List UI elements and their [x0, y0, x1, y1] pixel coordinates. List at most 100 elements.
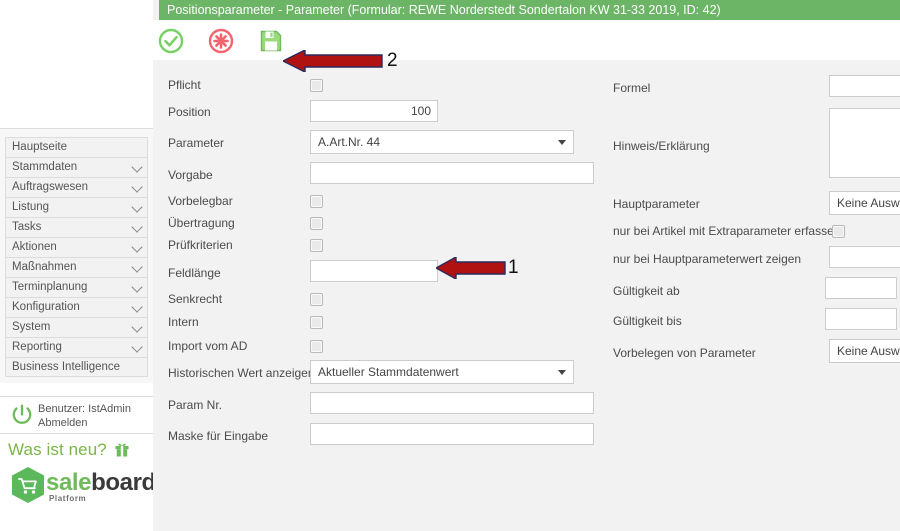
- label-position: Position: [168, 105, 211, 119]
- checkbox-uebertragung[interactable]: [310, 217, 323, 230]
- sidebar-item-konfiguration[interactable]: Konfiguration: [5, 297, 148, 317]
- label-vorgabe: Vorgabe: [168, 168, 213, 182]
- label-feldlaenge: Feldlänge: [168, 266, 221, 280]
- checkbox-intern[interactable]: [310, 316, 323, 329]
- sidebar-item-tasks[interactable]: Tasks: [5, 217, 148, 237]
- select-parameter-value: A.Art.Nr. 44: [318, 135, 381, 149]
- sidebar-item-stammdaten[interactable]: Stammdaten: [5, 157, 148, 177]
- label-hauptparameter: Hauptparameter: [613, 197, 700, 211]
- sidebar-nav: Hauptseite Stammdaten Auftragswesen List…: [0, 128, 153, 383]
- sidebar-item-label: Reporting: [12, 341, 62, 353]
- saleboard-logo: saleboard Platform: [10, 466, 153, 506]
- chevron-down-icon: [131, 340, 143, 353]
- input-formel[interactable]: [829, 75, 900, 97]
- save-floppy-icon[interactable]: [258, 28, 284, 54]
- checkbox-import-vom-ad[interactable]: [310, 340, 323, 353]
- logout-link[interactable]: Abmelden: [38, 416, 131, 430]
- input-gueltigkeit-ab[interactable]: [825, 277, 897, 299]
- label-pflicht: Pflicht: [168, 78, 201, 92]
- label-vorbelegbar: Vorbelegbar: [168, 194, 233, 208]
- annotation-label-1: 1: [508, 257, 519, 278]
- label-maske-fuer-eingabe: Maske für Eingabe: [168, 429, 269, 443]
- input-param-nr[interactable]: [310, 392, 594, 414]
- user-name: Benutzer: IstAdmin: [38, 403, 131, 415]
- annotation-arrow-1: [436, 257, 506, 279]
- chevron-down-icon: [131, 260, 143, 273]
- label-pruefkriterien: Prüfkriterien: [168, 238, 233, 252]
- cancel-icon[interactable]: [208, 28, 234, 54]
- sidebar-item-hauptseite[interactable]: Hauptseite: [5, 137, 148, 157]
- label-hinweis-erklaerung: Hinweis/Erklärung: [613, 139, 710, 153]
- window-title: Positionsparameter - Parameter (Formular…: [159, 0, 900, 20]
- sidebar-item-terminplanung[interactable]: Terminplanung: [5, 277, 148, 297]
- toolbar: 2: [153, 20, 900, 72]
- sidebar-item-label: Tasks: [12, 221, 42, 233]
- label-uebertragung: Übertragung: [168, 216, 235, 230]
- textarea-hinweis-erklaerung[interactable]: [829, 108, 900, 178]
- select-parameter[interactable]: A.Art.Nr. 44: [310, 130, 574, 154]
- select-historischen-wert[interactable]: Aktueller Stammdatenwert: [310, 360, 574, 384]
- sidebar-item-label: Terminplanung: [12, 281, 88, 293]
- label-vorbelegen-von-parameter: Vorbelegen von Parameter: [613, 346, 756, 360]
- label-gueltigkeit-ab: Gültigkeit ab: [613, 284, 680, 298]
- input-feldlaenge[interactable]: [310, 260, 438, 282]
- sidebar-item-system[interactable]: System: [5, 317, 148, 337]
- sidebar-item-listung[interactable]: Listung: [5, 197, 148, 217]
- sidebar-item-label: Business Intelligence: [12, 361, 121, 373]
- user-info: Benutzer: IstAdmin Abmelden: [38, 402, 131, 430]
- sidebar-item-auftragswesen[interactable]: Auftragswesen: [5, 177, 148, 197]
- chevron-down-icon: [131, 300, 143, 313]
- checkbox-vorbelegbar[interactable]: [310, 195, 323, 208]
- main-content: Positionsparameter - Parameter (Formular…: [153, 0, 900, 531]
- confirm-icon[interactable]: [158, 28, 184, 54]
- sidebar-item-label: Konfiguration: [12, 301, 80, 313]
- sidebar-item-reporting[interactable]: Reporting: [5, 337, 148, 357]
- sidebar-item-label: Maßnahmen: [12, 261, 77, 273]
- chevron-down-icon: [131, 180, 143, 193]
- sidebar-item-aktionen[interactable]: Aktionen: [5, 237, 148, 257]
- annotation-label-2: 2: [387, 50, 398, 71]
- input-vorgabe[interactable]: [310, 162, 594, 184]
- label-intern: Intern: [168, 315, 199, 329]
- chevron-down-icon: [131, 220, 143, 233]
- chevron-down-icon: [131, 280, 143, 293]
- logo-subtitle: Platform: [49, 494, 87, 503]
- sidebar-item-label: Stammdaten: [12, 161, 78, 173]
- logo-text-board: board: [91, 469, 153, 496]
- label-hauptparameterwert: nur bei Hauptparameterwert zeigen: [613, 252, 802, 266]
- select-vorbelegen-von-parameter[interactable]: Keine Auswa: [829, 339, 900, 363]
- select-historischen-wert-value: Aktueller Stammdatenwert: [318, 365, 459, 379]
- label-param-nr: Param Nr.: [168, 398, 223, 412]
- power-icon[interactable]: [10, 403, 34, 427]
- sidebar-item-label: Auftragswesen: [12, 181, 89, 193]
- whats-new-label: Was ist neu?: [8, 440, 107, 459]
- chevron-down-icon: [558, 370, 566, 375]
- input-maske-fuer-eingabe[interactable]: [310, 423, 594, 445]
- label-parameter: Parameter: [168, 136, 225, 150]
- sidebar: Hauptseite Stammdaten Auftragswesen List…: [0, 0, 153, 531]
- label-formel: Formel: [613, 81, 651, 95]
- checkbox-extraparameter[interactable]: [832, 225, 845, 238]
- input-gueltigkeit-bis[interactable]: [825, 308, 897, 330]
- sidebar-item-label: Listung: [12, 201, 50, 213]
- sidebar-item-label: Aktionen: [12, 241, 57, 253]
- label-import-vom-ad: Import vom AD: [168, 339, 248, 353]
- logo-text-sale: sale: [46, 469, 92, 496]
- annotation-arrow-2: [283, 50, 383, 72]
- sidebar-item-label: Hauptseite: [12, 141, 67, 153]
- checkbox-pruefkriterien[interactable]: [310, 239, 323, 252]
- sidebar-item-massnahmen[interactable]: Maßnahmen: [5, 257, 148, 277]
- label-gueltigkeit-bis: Gültigkeit bis: [613, 314, 682, 328]
- whats-new-link[interactable]: Was ist neu?: [8, 440, 129, 460]
- checkbox-pflicht[interactable]: [310, 79, 323, 92]
- sidebar-item-business-intelligence[interactable]: Business Intelligence: [5, 357, 148, 377]
- checkbox-senkrecht[interactable]: [310, 293, 323, 306]
- cart-hexagon-icon: [12, 467, 44, 503]
- select-hauptparameter-value: Keine Auswa: [837, 196, 900, 210]
- select-hauptparameter[interactable]: Keine Auswa: [829, 191, 900, 215]
- logo-wordmark: saleboard: [46, 469, 153, 497]
- chevron-down-icon: [131, 240, 143, 253]
- label-senkrecht: Senkrecht: [168, 292, 223, 306]
- input-hauptparameterwert[interactable]: [829, 246, 900, 268]
- input-position[interactable]: [310, 100, 438, 122]
